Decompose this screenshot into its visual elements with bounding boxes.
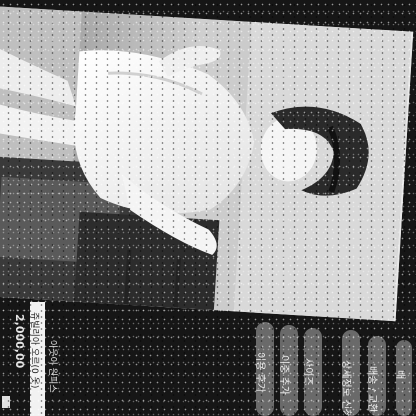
- chip-add[interactable]: 이중 추가: [280, 325, 298, 416]
- screenshot-frame: 2,000,00 쥬빌리아 오르(0 옷) 아웃이 원피스 이용 후기 이중 추…: [0, 0, 416, 416]
- price-amount: 2,000,00: [13, 314, 26, 369]
- product-photo[interactable]: [0, 6, 414, 322]
- chip-reviews[interactable]: 이용 후기: [256, 322, 274, 416]
- chip-shipping[interactable]: 배송 / 교환: [368, 336, 386, 416]
- product-name-line2: 아웃이 원피스: [47, 340, 57, 393]
- product-name-line1: 쥬빌리아 오르(0 옷): [29, 312, 39, 389]
- bookmark-icon[interactable]: [2, 396, 10, 408]
- chip-extra[interactable]: 배: [396, 340, 412, 416]
- model-photo: [0, 6, 412, 322]
- chip-size[interactable]: 사이즈: [304, 328, 322, 416]
- chip-detail[interactable]: 상세정보 신청: [342, 330, 360, 416]
